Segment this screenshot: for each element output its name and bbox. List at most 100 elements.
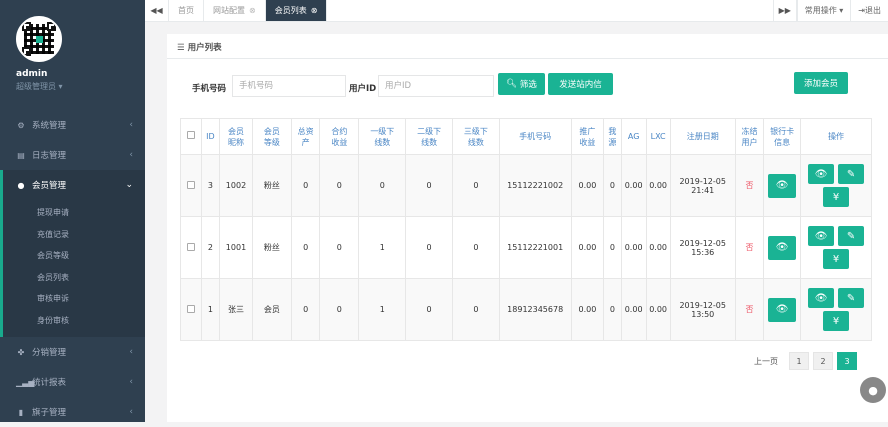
cell-value: 0.00 bbox=[624, 305, 643, 314]
bank-info-view-button[interactable]: 👁︎ bbox=[768, 173, 797, 198]
cell-src: 0 bbox=[603, 216, 622, 279]
page-1-button[interactable]: 1 bbox=[789, 352, 809, 370]
cell-value: 0.00 bbox=[578, 305, 597, 314]
row-checkbox[interactable] bbox=[186, 242, 195, 251]
select-all-checkbox[interactable] bbox=[186, 131, 195, 139]
row-checkbox[interactable] bbox=[186, 304, 195, 313]
column-header: 银行卡 信息 bbox=[763, 118, 802, 155]
tab-1[interactable]: 首页 bbox=[169, 0, 204, 21]
cell-date: 2019-12-05 21:41 bbox=[669, 154, 736, 217]
add-member-button[interactable]: 添加会员 bbox=[794, 72, 848, 94]
column-header: 三级下 线数 bbox=[451, 118, 500, 155]
eye-icon: 👁︎ bbox=[775, 180, 789, 191]
chevron-left-icon: ‹ bbox=[129, 150, 133, 160]
tab-3[interactable]: 会员列表 ⊗ bbox=[265, 0, 328, 21]
cell-phone: 15112221002 bbox=[498, 154, 572, 217]
submenu-item[interactable]: 提现申请 bbox=[3, 202, 145, 224]
send-message-button[interactable]: 发送站内信 bbox=[548, 73, 613, 95]
sidebar-item-3[interactable]: ● 会员管理 ⌄ bbox=[0, 170, 145, 200]
recharge-button[interactable]: ¥ bbox=[823, 249, 850, 269]
column-header: 冻结 用户 bbox=[734, 118, 765, 155]
cell-value: 15112221001 bbox=[507, 243, 564, 252]
table-body: 3 1002 粉丝 0 0 0 0 0 15112221002 0.00 0 0.00 0.00 2019… bbox=[180, 154, 872, 341]
cell-value: 1 bbox=[379, 243, 385, 252]
submenu-item[interactable]: 会员列表 bbox=[3, 267, 145, 289]
tab-scroll-right-button[interactable]: ▶▶ bbox=[772, 0, 797, 21]
close-icon[interactable]: ⊗ bbox=[249, 6, 256, 15]
row-select-cell bbox=[180, 278, 202, 341]
cell-frozen: 否 bbox=[734, 154, 765, 217]
cell-level: 粉丝 bbox=[251, 154, 292, 217]
profile: admin 超级管理员 ▾ bbox=[0, 0, 145, 110]
avatar[interactable] bbox=[16, 16, 62, 62]
page-2-button[interactable]: 2 bbox=[813, 352, 833, 370]
submenu-item[interactable]: 会员等级 bbox=[3, 245, 145, 267]
edit-button[interactable]: ✎ bbox=[838, 164, 865, 184]
cell-value: 0 bbox=[473, 243, 479, 252]
view-button[interactable]: 👁︎ bbox=[808, 288, 835, 308]
submenu-item[interactable]: 充值记录 bbox=[3, 224, 145, 246]
frozen-status: 否 bbox=[745, 181, 754, 190]
cell-value: 0.00 bbox=[649, 305, 668, 314]
qr-finder bbox=[22, 22, 31, 31]
cell-l2: 0 bbox=[405, 278, 453, 341]
common-ops-dropdown[interactable]: 常用操作 ▾ bbox=[796, 0, 851, 21]
cell-promo: 0.00 bbox=[570, 278, 605, 341]
cell-value: 18912345678 bbox=[507, 305, 564, 314]
table-header-row: ID 会员 昵称 会员 等级 总资 产合约 收益 一级下 线数 二级下 线数 三级下 线数 手… bbox=[180, 118, 872, 155]
user-role-dropdown[interactable]: 超级管理员 ▾ bbox=[16, 81, 145, 92]
edit-button[interactable]: ✎ bbox=[838, 226, 865, 246]
cell-value: 粉丝 bbox=[263, 181, 280, 190]
prev-page-link[interactable]: 上一页 bbox=[754, 356, 778, 367]
cell-id: 2 bbox=[200, 216, 221, 279]
cell-lxc: 0.00 bbox=[645, 216, 671, 279]
column-header: 会员 等级 bbox=[251, 118, 292, 155]
tab-list: 首页 网站配置 ⊗ 会员列表 ⊗ bbox=[169, 0, 328, 21]
cell-promo: 0.00 bbox=[570, 216, 605, 279]
double-right-arrow-icon: ▶▶ bbox=[778, 6, 791, 15]
filter-button[interactable]: 🔍︎ 筛选 bbox=[498, 73, 545, 95]
sidebar-item-label: 日志管理 bbox=[32, 151, 67, 161]
column-header-label: 操作 bbox=[828, 132, 845, 141]
recharge-button[interactable]: ¥ bbox=[823, 311, 850, 331]
submenu-item[interactable]: 审核申诉 bbox=[3, 288, 145, 310]
qr-finder bbox=[47, 22, 56, 31]
sidebar-item-5[interactable]: ▁▃▅ 统计报表 ‹ bbox=[0, 367, 145, 397]
phone-input[interactable] bbox=[232, 75, 346, 97]
cell-value: 0.00 bbox=[649, 181, 668, 190]
tab-2[interactable]: 网站配置 ⊗ bbox=[204, 0, 266, 21]
sidebar-item-label: 旗子管理 bbox=[32, 408, 67, 418]
submenu-item[interactable]: 身份审核 bbox=[3, 310, 145, 332]
column-header-label: 推广 收益 bbox=[579, 126, 596, 147]
recharge-button[interactable]: ¥ bbox=[823, 187, 850, 207]
chat-float-button[interactable]: ● bbox=[860, 377, 886, 403]
sidebar-item-6[interactable]: ▮ 旗子管理 ‹ bbox=[0, 397, 145, 427]
bank-info-view-button[interactable]: 👁︎ bbox=[768, 235, 797, 260]
close-icon[interactable]: ⊗ bbox=[311, 6, 318, 15]
cell-src: 0 bbox=[603, 278, 622, 341]
page-3-button[interactable]: 3 bbox=[837, 352, 857, 370]
page-numbers: 123 bbox=[789, 352, 857, 370]
cell-value: 1001 bbox=[225, 243, 247, 252]
cell-value: 0 bbox=[379, 181, 385, 190]
bank-info-view-button[interactable]: 👁︎ bbox=[768, 297, 797, 322]
column-header-label: 三级下 线数 bbox=[463, 126, 488, 147]
cell-value: 15112221002 bbox=[507, 181, 564, 190]
cell-value: 1 bbox=[379, 305, 385, 314]
sidebar-item-2[interactable]: ▤ 日志管理 ‹ bbox=[0, 140, 145, 170]
cell-value: 0 bbox=[303, 305, 309, 314]
panel-title: ☰ 用户列表 bbox=[177, 41, 222, 53]
cell-value: 0.00 bbox=[649, 243, 668, 252]
view-button[interactable]: 👁︎ bbox=[808, 164, 835, 184]
tab-scroll-left-button[interactable]: ◀◀ bbox=[145, 0, 169, 21]
sidebar-item-1[interactable]: ⚙ 系统管理 ‹ bbox=[0, 110, 145, 140]
column-header: 手机号码 bbox=[498, 118, 572, 155]
username: admin bbox=[16, 69, 48, 79]
logout-button[interactable]: ⇥退出 bbox=[850, 0, 888, 21]
sidebar-item-4[interactable]: ✤ 分销管理 ‹ bbox=[0, 337, 145, 367]
user-id-input[interactable] bbox=[378, 75, 494, 97]
view-button[interactable]: 👁︎ bbox=[808, 226, 835, 246]
action-buttons: 👁︎ ✎ ¥ bbox=[801, 288, 871, 331]
edit-button[interactable]: ✎ bbox=[838, 288, 865, 308]
row-checkbox[interactable] bbox=[186, 180, 195, 189]
